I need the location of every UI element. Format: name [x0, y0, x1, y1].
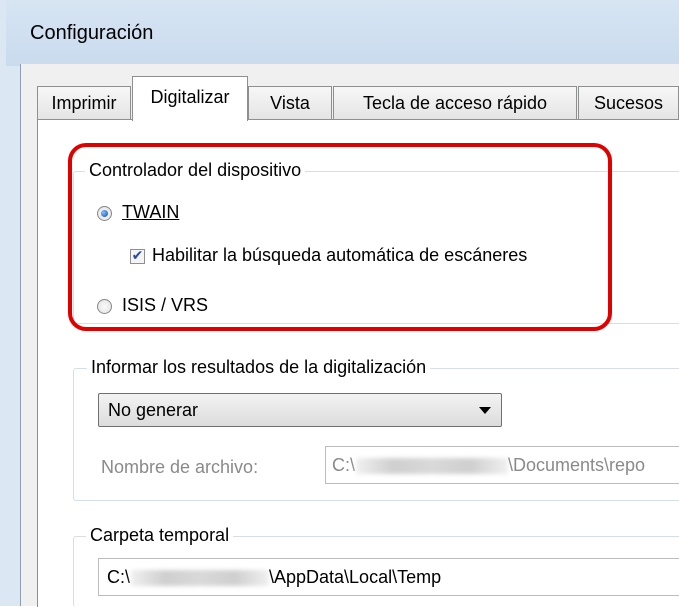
tab-digitalizar[interactable]: Digitalizar	[132, 76, 248, 121]
tab-strip: Imprimir Digitalizar Vista Tecla de acce…	[37, 76, 679, 121]
temp-path-suffix: \AppData\Local\Temp	[269, 567, 442, 587]
dropdown-selected-value: No generar	[108, 400, 199, 420]
temp-path-prefix: C:\	[107, 567, 131, 587]
scan-results-dropdown[interactable]: No generar	[98, 393, 502, 427]
filename-prefix: C:\	[332, 455, 356, 475]
tab-sucesos[interactable]: Sucesos	[578, 86, 679, 120]
tab-vista[interactable]: Vista	[248, 86, 332, 120]
tab-label: Vista	[270, 93, 310, 113]
filename-suffix: \Documents\repo	[508, 455, 646, 475]
tab-label: Imprimir	[51, 93, 117, 113]
temp-folder-group-label: Carpeta temporal	[86, 525, 234, 546]
window-title: Configuración	[30, 22, 154, 44]
scan-results-group-label: Informar los resultados de la digitaliza…	[87, 357, 431, 378]
title-bar[interactable]: Configuración	[6, 0, 679, 66]
redacted-username	[356, 458, 508, 474]
tab-tecla-acceso-rapido[interactable]: Tecla de acceso rápido	[333, 86, 577, 120]
tab-label: Tecla de acceso rápido	[362, 93, 548, 113]
tab-imprimir[interactable]: Imprimir	[37, 86, 131, 120]
dropdown-arrow-icon	[479, 407, 491, 414]
filename-label: Nombre de archivo:	[101, 457, 259, 477]
temp-folder-field[interactable]: C:\ \AppData\Local\Temp	[98, 558, 679, 596]
tab-label: Digitalizar	[150, 87, 230, 107]
highlight-annotation	[68, 143, 612, 331]
tab-label: Sucesos	[593, 93, 664, 113]
filename-field[interactable]: C:\ \Documents\repo	[325, 446, 679, 484]
redacted-username	[131, 570, 269, 586]
